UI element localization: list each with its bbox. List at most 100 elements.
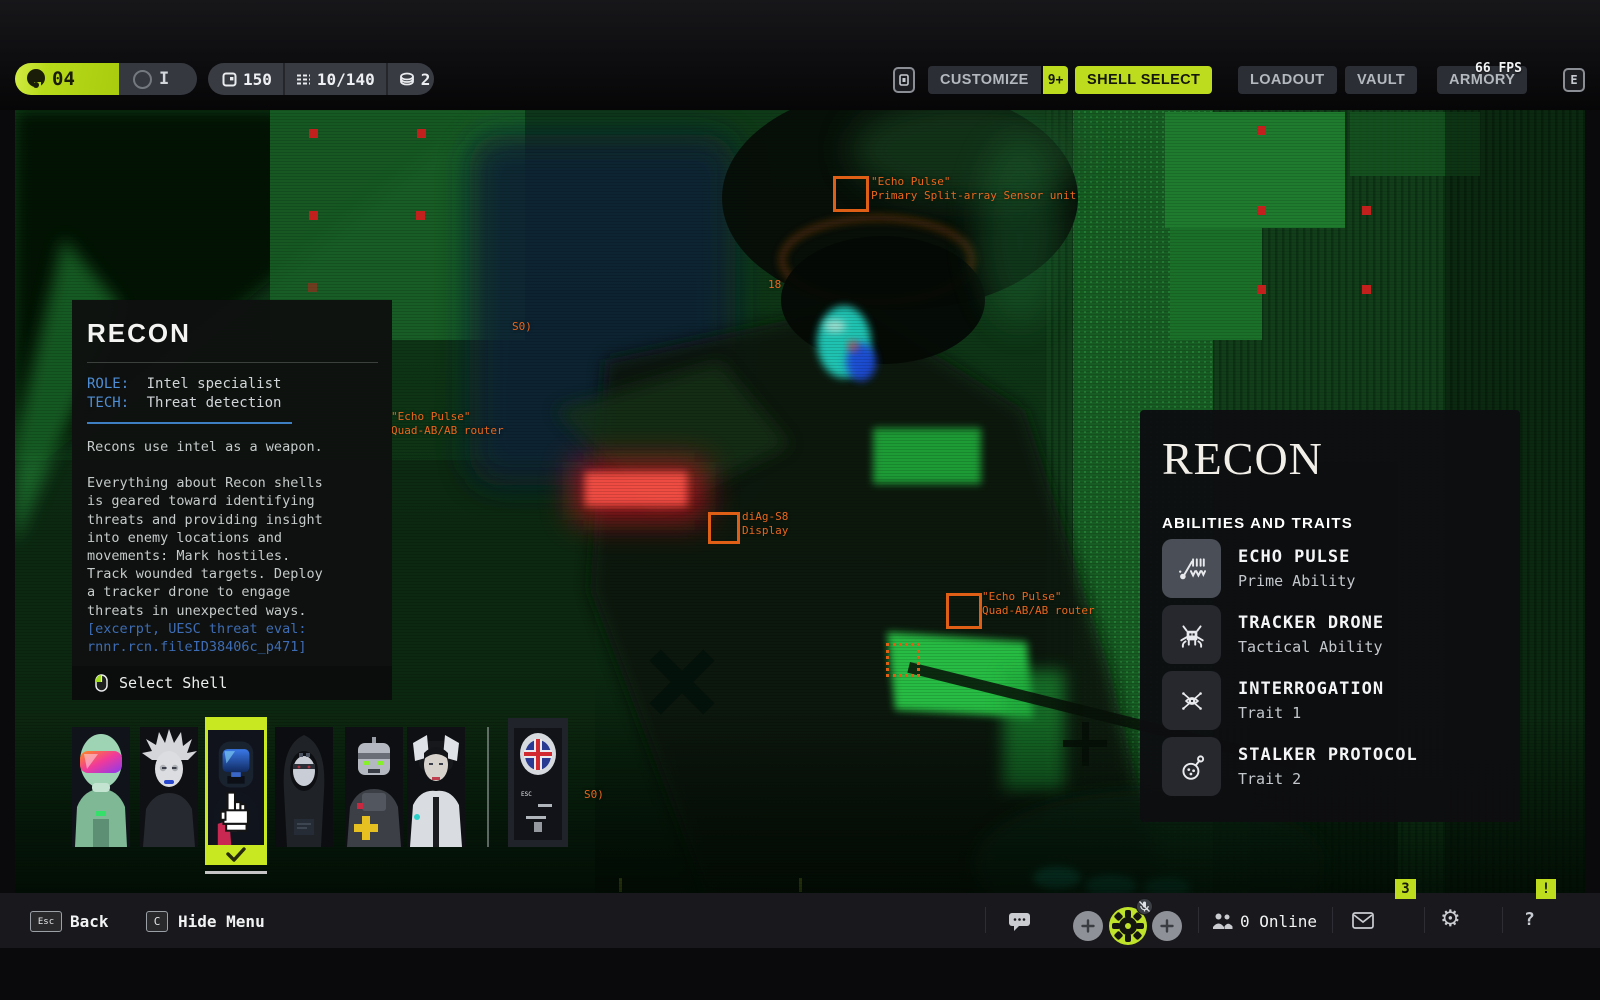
stat-currency: 2,705 xyxy=(386,63,434,95)
separator xyxy=(1332,907,1333,933)
tech-line: TECH: Threat detection xyxy=(87,394,378,413)
shell-description: Everything about Recon shells is geared … xyxy=(87,474,333,620)
ability-text: STALKER PROTOCOL Trait 2 xyxy=(1238,745,1418,788)
shell-thumbnail-5[interactable] xyxy=(345,727,403,847)
shell-description-intro: Recons use intel as a weapon. xyxy=(87,438,333,456)
ability-row-interrogation: INTERROGATION Trait 1 xyxy=(1162,671,1520,730)
fps-counter: 66 FPS xyxy=(1475,61,1522,76)
carousel-divider xyxy=(487,727,489,847)
stat-ammo: 10/140 xyxy=(283,63,386,95)
shell-portrait-1 xyxy=(72,727,130,847)
add-player-right-button[interactable] xyxy=(1152,911,1182,941)
tech-label: TECH: xyxy=(87,395,129,411)
shell-portrait-7: ESC xyxy=(508,718,568,847)
ability-name: TRACKER DRONE xyxy=(1238,613,1384,633)
ability-type: Trait 1 xyxy=(1238,704,1384,722)
display-callout: diAg-S8Display xyxy=(742,510,788,538)
settings-button[interactable]: ⚙ xyxy=(1440,906,1461,932)
shell-info-panel: RECON ROLE: Intel specialist TECH: Threa… xyxy=(72,300,392,700)
chat-icon[interactable] xyxy=(1008,911,1031,932)
router-right-callout-box xyxy=(946,593,982,629)
mic-muted-badge xyxy=(1136,898,1153,915)
blue-divider xyxy=(87,422,292,424)
stalker-protocol-icon xyxy=(1162,737,1221,796)
ability-text: ECHO PULSE Prime Ability xyxy=(1238,547,1355,590)
role-value: Intel specialist xyxy=(147,376,282,392)
hide-menu-button[interactable]: Hide Menu xyxy=(178,912,265,931)
hand-cursor-icon xyxy=(218,789,252,837)
alert-badge: ! xyxy=(1536,879,1556,899)
tab-shell-select[interactable]: SHELL SELECT xyxy=(1075,66,1212,94)
mail-count-badge: 3 xyxy=(1395,879,1416,899)
sensor-callout-box xyxy=(833,176,869,212)
customize-badge: 9+ xyxy=(1043,66,1069,94)
shell-thumbnail-7[interactable]: ESC xyxy=(508,718,568,847)
ability-text: TRACKER DRONE Tactical Ability xyxy=(1238,613,1384,656)
shell-excerpt: [excerpt, UESC threat eval: rnnr.rcn.fil… xyxy=(87,620,333,656)
add-player-left-button[interactable] xyxy=(1073,911,1103,941)
ability-text: INTERROGATION Trait 1 xyxy=(1238,679,1384,722)
target-callout-box xyxy=(886,643,920,677)
list-icon xyxy=(296,73,311,86)
tab-customize[interactable]: CUSTOMIZE 9+ xyxy=(928,66,1068,94)
interrogation-icon xyxy=(1162,671,1221,730)
ability-type: Tactical Ability xyxy=(1238,638,1384,656)
role-label: ROLE: xyxy=(87,376,129,392)
bottom-bar: Esc Back C Hide Menu xyxy=(0,893,1600,948)
selected-check-icon xyxy=(225,846,247,862)
help-button[interactable]: ? xyxy=(1524,909,1535,930)
shell-status-pill: 04 I xyxy=(15,63,197,95)
shell-count-segment: 04 xyxy=(15,63,119,95)
window-icon[interactable] xyxy=(893,67,915,93)
router-right-callout: "Echo Pulse"Quad-AB/AB router xyxy=(982,590,1095,618)
shell-thumbnail-6[interactable] xyxy=(407,727,465,847)
shell-thumbnail-2[interactable] xyxy=(140,727,198,847)
echo-pulse-icon xyxy=(1162,539,1221,598)
shell-info-body: RECON ROLE: Intel specialist TECH: Threa… xyxy=(72,300,392,666)
shell-select-screen: "Echo Pulse"Primary Split-array Sensor u… xyxy=(0,0,1600,1000)
tab-vault[interactable]: VAULT xyxy=(1345,66,1417,94)
c-key: C xyxy=(146,911,168,932)
tag-s0-lower: S0) xyxy=(584,788,604,802)
tag-18: 18 xyxy=(768,278,781,292)
router-left-callout: "Echo Pulse"Quad-AB/AB router xyxy=(391,410,504,438)
coins-icon xyxy=(399,72,415,87)
shell-thumbnail-3-selected[interactable] xyxy=(205,717,267,865)
ability-row-echo-pulse: ECHO PULSE Prime Ability xyxy=(1162,539,1520,598)
gear-icon: ⚙ xyxy=(1440,906,1461,932)
tab-loadout[interactable]: LOADOUT xyxy=(1238,66,1337,94)
shell-thumbnail-4[interactable] xyxy=(275,727,333,847)
stat-currency-value: 2,705 xyxy=(421,70,434,89)
mail-icon[interactable] xyxy=(1352,912,1374,929)
shell-count: 04 xyxy=(52,68,75,90)
circle-icon xyxy=(133,70,152,89)
carousel-indicator xyxy=(205,871,267,874)
helmet-icon xyxy=(25,68,47,90)
red-marker xyxy=(309,129,318,138)
red-marker xyxy=(1257,206,1266,215)
select-shell-action[interactable]: Select Shell xyxy=(72,666,392,700)
shell-thumbnail-1[interactable] xyxy=(72,727,130,847)
stat-armor-value: 150 xyxy=(243,70,272,89)
tracker-drone-icon xyxy=(1162,605,1221,664)
ability-row-tracker-drone: TRACKER DRONE Tactical Ability xyxy=(1162,605,1520,664)
separator xyxy=(1198,907,1199,933)
red-marker xyxy=(308,283,317,292)
stat-ammo-value: 10/140 xyxy=(317,70,375,89)
tag-s0-upper: S0) xyxy=(512,320,532,334)
red-marker xyxy=(1257,285,1266,294)
shell-portrait-4 xyxy=(275,727,333,847)
divider xyxy=(87,362,378,363)
stat-armor: 150 xyxy=(208,63,283,95)
role-line: ROLE: Intel specialist xyxy=(87,375,378,394)
ability-name: INTERROGATION xyxy=(1238,679,1384,699)
separator xyxy=(985,907,986,933)
select-shell-label: Select Shell xyxy=(119,674,227,692)
online-players-icon xyxy=(1212,912,1233,929)
back-button[interactable]: Back xyxy=(70,912,109,931)
red-marker xyxy=(1362,285,1371,294)
ability-name: ECHO PULSE xyxy=(1238,547,1355,567)
abilities-panel: RECON ABILITIES AND TRAITS ECHO PULSE P xyxy=(1140,410,1520,822)
ability-name: STALKER PROTOCOL xyxy=(1238,745,1418,765)
menu-key-icon[interactable]: E xyxy=(1563,68,1585,92)
